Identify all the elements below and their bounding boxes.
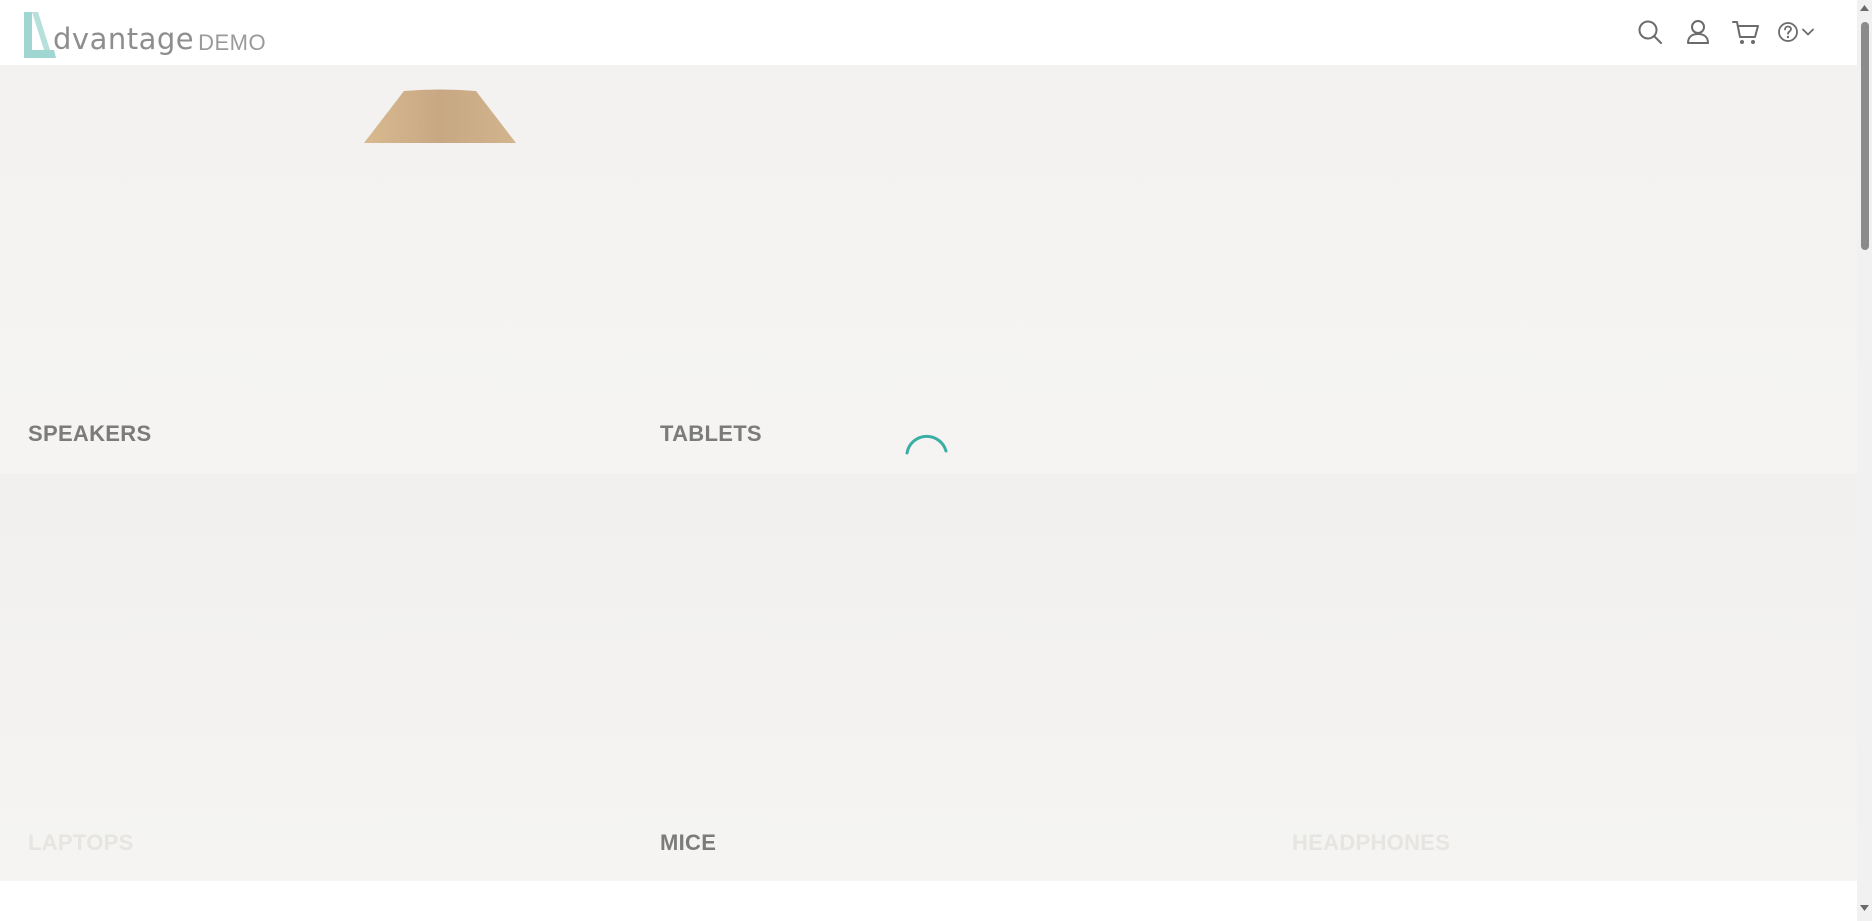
header-nav-icons [1617, 17, 1815, 47]
scroll-up-button[interactable] [1857, 0, 1872, 15]
loading-spinner-icon [905, 434, 948, 455]
category-headphones[interactable]: HEADPHONES [1292, 830, 1450, 856]
user-menu-button[interactable] [1683, 17, 1713, 47]
category-row-bottom: LAPTOPS MICE HEADPHONES [0, 474, 1857, 881]
user-icon [1687, 20, 1709, 44]
site-header: dvantage DEMO [0, 0, 1857, 65]
chevron-down-icon [1802, 28, 1814, 36]
logo-wordmark: dvantage [53, 22, 195, 56]
category-tablets[interactable]: TABLETS [660, 421, 762, 447]
scroll-down-button[interactable] [1857, 900, 1872, 915]
help-menu-button[interactable] [1777, 21, 1815, 43]
page-scrollbar[interactable] [1857, 0, 1872, 921]
category-laptops[interactable]: LAPTOPS [28, 830, 134, 856]
category-speakers[interactable]: SPEAKERS [28, 421, 151, 447]
category-grid: SPEAKERS TABLETS LAPTOPS MICE HEADPHONES [0, 65, 1857, 881]
cart-icon [1732, 21, 1759, 44]
page: dvantage DEMO SPEAKERS TABLETS LAPTOPS M… [0, 0, 1872, 921]
search-button[interactable] [1635, 17, 1665, 47]
category-row-top: SPEAKERS TABLETS [0, 65, 1857, 474]
caret-up-icon [1860, 4, 1869, 11]
speaker-product-image[interactable] [364, 89, 516, 143]
logo-link[interactable]: dvantage DEMO [22, 8, 266, 58]
help-icon [1778, 22, 1798, 42]
logo-mark-icon [24, 12, 56, 58]
cart-button[interactable] [1731, 17, 1761, 47]
scroll-thumb[interactable] [1861, 22, 1869, 250]
caret-down-icon [1860, 904, 1869, 911]
search-icon [1638, 20, 1662, 44]
category-mice[interactable]: MICE [660, 830, 716, 856]
logo-demo-suffix: DEMO [198, 30, 267, 55]
